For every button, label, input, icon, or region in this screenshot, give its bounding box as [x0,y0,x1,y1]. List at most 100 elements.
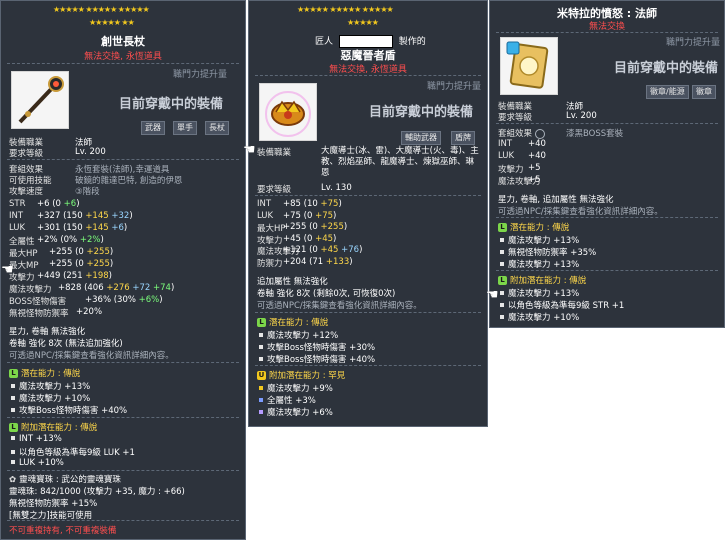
star-force-note: 星力, 卷軸 無法強化 [9,327,86,337]
hint-text: 可透過NPC/採集鍵查看強化資訊詳細內容。 [9,351,174,361]
req-level-label: 要求等級 [498,113,533,123]
item-icon-staff [11,71,69,129]
stat-row: 攻擊力 +5 [498,163,541,175]
additional-potential-title: U 附加潛在能力 : 罕見 [257,371,346,381]
stat-row: 攻擊力 +45 (0 +45) [257,233,337,246]
divider [255,75,481,76]
divider [7,63,239,64]
maker-line: 匠人 製作的 [315,35,426,48]
divider [255,195,481,196]
job-value: 大魔導士(冰、雷)、大魔導士(火、毒)、主教、烈焰巫師、龍魔導士、煉獄巫師、琳恩 [321,146,479,178]
potential-line: 攻擊Boss怪物時傷害 +40% [9,404,127,416]
untradeable-label: 無法交換, 永恆道具 [84,52,162,62]
stat-row: BOSS怪物傷害 +36% (30% +6%) [9,295,163,307]
stat-row: 最大HP +255 (0 +255) [9,247,114,259]
currently-equipped-label: 目前穿戴中的裝備 [614,61,719,76]
divider [255,312,481,313]
soul-icon: ✿ [9,475,17,485]
extra-option-note: 追加屬性 無法強化 [257,277,328,287]
req-level-label: 要求等級 [257,185,292,195]
divider [496,123,718,124]
unique-equip-note: 不可重複持有, 不可重複裝備 [9,526,117,536]
additional-potential-title: L 附加潛在能力 : 傳說 [9,421,97,433]
stat-row: INT +85 (10 +75) [257,199,342,209]
stat-row: 魔法攻擊力 +5 [498,175,541,187]
divider [7,520,239,521]
potential-line: 魔法攻擊力 +10% [9,392,90,404]
stat-row: LUK +75 (0 +75) [257,210,337,221]
set-effect-value: 漆黑BOSS套裝 [566,129,624,139]
stat-row: STR +6 (0 +6) [9,199,80,209]
unique-badge: U [257,371,266,380]
currently-equipped-label: 目前穿戴中的裝備 [369,105,474,120]
cursor-hand-icon: ☚ [486,287,499,303]
stat-row: 防禦力 +204 (71 +133) [257,256,353,269]
potential-title: L 潛在能力 : 傳說 [498,221,569,233]
attack-speed-value: ③階段 [75,187,100,197]
chip-staff: 長杖 [205,121,229,135]
upgrade-label: 職門力提升量 [666,38,721,48]
scroll-note: 卷軸 強化 8次 (剩餘0次, 可恢復0次) [257,289,396,299]
tooltip-emblem: 米特拉的憤怒 : 法師 無法交換 職門力提升量 目前穿戴中的裝備 徽章/能源 徽… [489,0,725,328]
hint-text: 可透過NPC/採集鍵查看強化資訊詳細內容。 [257,301,422,311]
chip-emblem: 徽章 [692,85,716,99]
potential-line: 攻擊Boss怪物時傷害 +30% [257,341,375,353]
divider [7,417,239,418]
stat-row: 最大HP +255 (0 +255) [257,222,348,234]
potential-line: 魔法攻擊力 +12% [257,329,338,341]
star-force-note: 星力, 卷軸, 追加屬性 無法強化 [498,195,614,205]
req-level-value: Lv. 130 [321,183,352,193]
divider [496,217,718,218]
item-name: 創世長杖 [101,35,145,48]
additional-potential-line: 魔法攻擊力 +13% [498,287,579,299]
job-label: 裝備職業 [257,148,292,158]
additional-potential-line: 全屬性 +3% [257,394,316,406]
info-row: 要求等級 [9,149,44,159]
chip-emblem-power: 徽章/能源 [646,85,689,99]
potential-line: 攻擊Boss怪物時傷害 +40% [257,353,375,365]
item-name: 惡魔晉者盾 [340,49,396,62]
chip-weapon: 武器 [141,121,165,135]
hint-text: 可透過NPC/採集鍵查看強化資訊詳細內容。 [498,207,663,217]
divider [7,470,239,471]
potential-line: 魔法攻擊力 +13% [498,234,579,246]
legendary-badge: L [498,223,507,232]
set-effect-label: 套組效果 [498,127,546,139]
additional-potential-line: 以角色等級為準每9級 STR +1 [498,299,624,311]
chip-one-handed: 單手 [173,121,197,135]
additional-potential-line: LUK +10% [9,458,64,468]
additional-potential-line: 魔法攻擊力 +9% [257,382,333,394]
potential-line: 魔法攻擊力 +13% [498,258,579,270]
additional-potential-line: INT +13% [9,434,62,444]
untradeable-label: 無法交換, 永恆道具 [329,65,407,75]
cursor-hand-icon: ☚ [1,262,14,278]
potential-title: L 潛在能力 : 傳說 [257,316,328,328]
scroll-note: 卷軸 強化 8次 (無法追加強化) [9,339,123,349]
emblem-icon [506,41,549,89]
untradeable-label: 無法交換 [588,22,625,32]
tooltip-staff: ★★★★★ ★★★★★ ★★★★★ ★★★★★ ★★ 創世長杖 無法交換, 永恆… [0,0,246,540]
upgrade-label: 職門力提升量 [427,82,482,92]
additional-potential-line: 魔法攻擊力 +6% [257,406,333,418]
stat-row: 全屬性 +2% (0% +2%) [9,235,104,247]
star-force-row2: ★★★★★ [347,18,379,27]
item-icon-emblem [500,37,558,95]
divider [7,159,239,160]
tooltip-shield: ★★★★★ ★★★★★ ★★★★★ ★★★★★ 匠人 製作的 惡魔晉者盾 無法交… [248,0,488,427]
divider [7,362,239,363]
soul-defense: 無視怪物防禦率 +15% [9,499,98,509]
legendary-badge: L [257,318,266,327]
additional-potential-line: 魔法攻擊力 +10% [498,311,579,323]
stat-row: INT +40 [498,139,546,149]
chip-shield: 盾牌 [451,131,475,145]
attack-speed-label: 攻擊速度 [9,187,44,197]
additional-potential-line: 以角色等級為準每9級 LUK +1 [9,446,135,458]
soul-title: ✿ 靈魂寶珠 : 武公的靈魂寶珠 [9,475,121,485]
staff-icon [18,76,64,124]
legendary-badge: L [9,423,18,432]
item-icon-shield [259,83,317,141]
divider [255,365,481,366]
stat-row: INT +327 (150 +145 +32) [9,211,133,221]
potential-line: 無視怪物防禦率 +35% [498,246,596,258]
legendary-badge: L [498,276,507,285]
